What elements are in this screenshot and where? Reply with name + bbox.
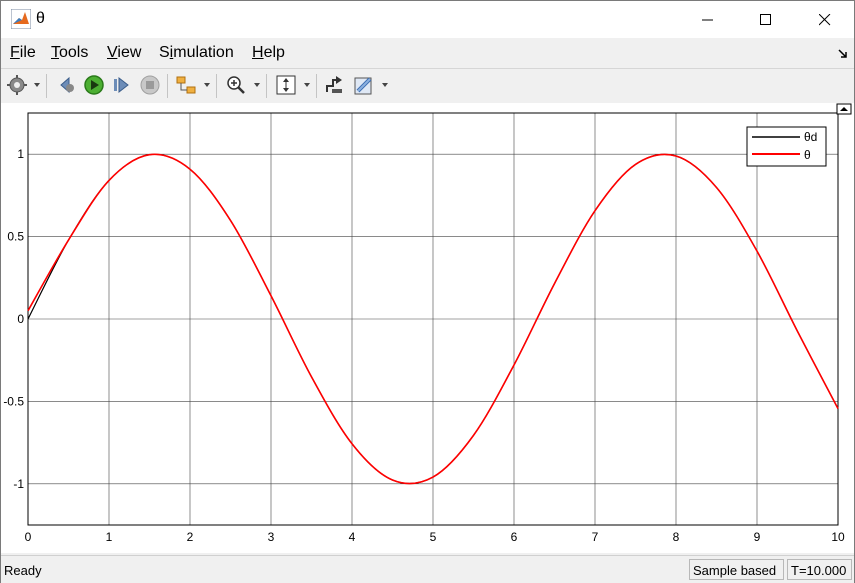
menu-view[interactable]: View bbox=[107, 44, 141, 62]
legend-label-theta-d: θd bbox=[804, 130, 817, 144]
measurement-dropdown-caret[interactable] bbox=[382, 83, 388, 87]
zoom-in-icon[interactable] bbox=[225, 74, 247, 96]
title-bar[interactable]: θ bbox=[1, 1, 854, 38]
y-tick-label: 0.5 bbox=[7, 230, 24, 244]
minimize-icon bbox=[702, 19, 713, 20]
highlight-dropdown-caret[interactable] bbox=[204, 83, 210, 87]
toolbar-separator bbox=[216, 74, 217, 98]
scope-chart[interactable]: 0 1 2 3 4 5 6 7 8 9 10 1 0.5 0 -0.5 -1 θd θ bbox=[1, 103, 854, 553]
settings-gear-icon[interactable] bbox=[6, 74, 28, 96]
matlab-logo-icon bbox=[11, 9, 31, 29]
x-tick-label: 3 bbox=[268, 530, 275, 544]
zoom-dropdown-caret[interactable] bbox=[254, 83, 260, 87]
y-tick-label: -0.5 bbox=[3, 394, 24, 408]
menu-file[interactable]: File bbox=[10, 44, 36, 62]
sample-mode-indicator: Sample based bbox=[689, 559, 784, 580]
maximize-icon bbox=[760, 13, 771, 25]
simulation-time: T=10.000 bbox=[787, 559, 852, 580]
toolbar-separator bbox=[46, 74, 47, 98]
close-button[interactable] bbox=[796, 1, 854, 38]
toolbar-separator bbox=[266, 74, 267, 98]
stop-icon[interactable] bbox=[139, 74, 161, 96]
status-bar: Ready Sample based T=10.000 bbox=[1, 555, 854, 583]
x-tick-label: 7 bbox=[592, 530, 599, 544]
scope-plot-area: 0 1 2 3 4 5 6 7 8 9 10 1 0.5 0 -0.5 -1 θd θ bbox=[1, 103, 854, 553]
menu-bar: File Tools View Simulation Help bbox=[1, 39, 854, 67]
menu-simulation[interactable]: Simulation bbox=[159, 44, 234, 62]
menu-tools[interactable]: Tools bbox=[51, 44, 88, 62]
x-tick-label: 9 bbox=[754, 530, 761, 544]
legend-label-theta: θ bbox=[804, 148, 811, 162]
maximize-button[interactable] bbox=[737, 1, 795, 38]
x-tick-label: 0 bbox=[25, 530, 32, 544]
menu-help[interactable]: Help bbox=[252, 44, 285, 62]
minimize-button[interactable] bbox=[679, 1, 737, 38]
status-ready-text: Ready bbox=[4, 563, 42, 578]
toolbar-separator bbox=[167, 74, 168, 98]
y-tick-label: 0 bbox=[17, 312, 24, 326]
signal-selector-icon[interactable] bbox=[324, 74, 346, 96]
dock-arrow-icon[interactable] bbox=[837, 48, 849, 60]
chart-background bbox=[1, 103, 854, 553]
legend: θd θ bbox=[746, 126, 827, 167]
y-tick-label: -1 bbox=[13, 477, 24, 491]
undock-plot-button[interactable] bbox=[836, 103, 852, 115]
autoscale-dropdown-caret[interactable] bbox=[304, 83, 310, 87]
x-tick-label: 8 bbox=[673, 530, 680, 544]
x-tick-label: 4 bbox=[349, 530, 356, 544]
x-tick-label: 2 bbox=[187, 530, 194, 544]
y-tick-label: 1 bbox=[17, 147, 24, 161]
settings-dropdown-caret[interactable] bbox=[34, 83, 40, 87]
x-tick-label: 6 bbox=[511, 530, 518, 544]
measurement-ruler-icon[interactable] bbox=[353, 74, 375, 96]
window-title: θ bbox=[36, 10, 45, 27]
x-tick-label: 5 bbox=[430, 530, 437, 544]
x-tick-label: 10 bbox=[831, 530, 845, 544]
step-forward-icon[interactable] bbox=[111, 74, 133, 96]
scope-window: θ File Tools View Simulation Help 0 1 2 … bbox=[0, 0, 855, 583]
run-icon[interactable] bbox=[83, 74, 105, 96]
autoscale-icon[interactable] bbox=[275, 74, 297, 96]
highlight-block-icon[interactable] bbox=[175, 74, 197, 96]
toolbar-separator bbox=[316, 74, 317, 98]
x-tick-label: 1 bbox=[106, 530, 113, 544]
toolbar bbox=[1, 68, 854, 104]
close-icon bbox=[819, 13, 831, 25]
step-back-icon[interactable] bbox=[55, 74, 77, 96]
